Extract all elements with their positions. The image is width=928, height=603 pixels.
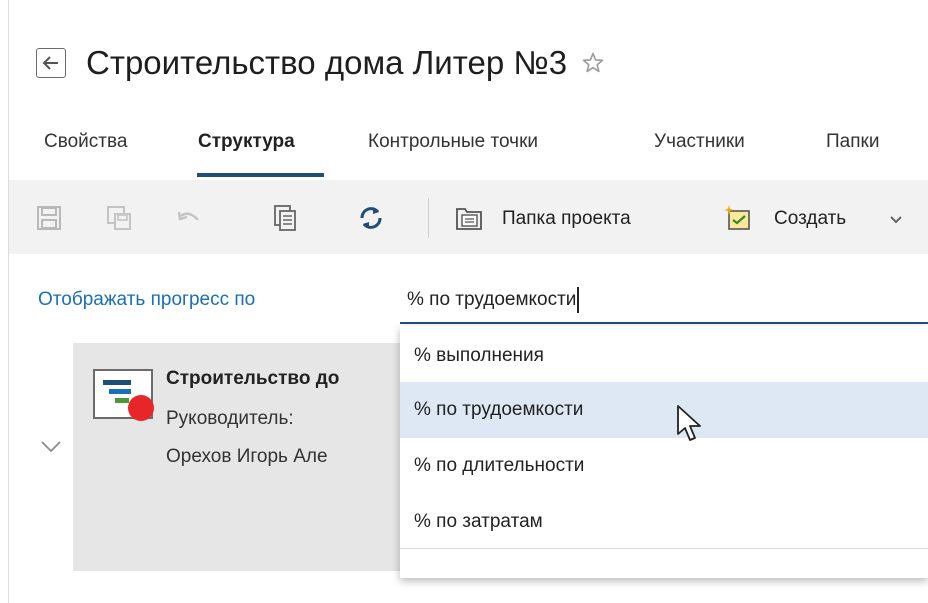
save-icon[interactable]: [35, 204, 63, 232]
project-folder-button[interactable]: Папка проекта: [502, 208, 631, 230]
tab-properties[interactable]: Свойства: [44, 131, 127, 153]
active-tab-indicator: [197, 173, 324, 177]
chevron-down-icon[interactable]: [889, 212, 903, 230]
tab-milestones[interactable]: Контрольные точки: [368, 131, 538, 153]
tab-folders[interactable]: Папки: [826, 131, 879, 153]
progress-mode-input[interactable]: % по трудоемкости: [400, 278, 928, 324]
expand-chevron-icon[interactable]: [40, 440, 62, 459]
favorite-star-icon[interactable]: [581, 51, 605, 75]
dropdown-option-costs[interactable]: % по затратам: [400, 494, 928, 550]
dropdown-option-labor[interactable]: % по трудоемкости: [400, 382, 928, 438]
undo-icon[interactable]: [175, 204, 203, 232]
toolbar: Папка проекта Создать: [9, 180, 928, 254]
toolbar-separator: [428, 198, 429, 238]
page-header: Строительство дома Литер №3: [36, 38, 605, 88]
dropdown-option-completion[interactable]: % выполнения: [400, 328, 928, 384]
text-caret: [577, 287, 579, 313]
project-folder-icon[interactable]: [455, 204, 483, 232]
tab-participants[interactable]: Участники: [654, 131, 745, 153]
tab-structure[interactable]: Структура: [198, 131, 295, 153]
dropdown-option-duration[interactable]: % по длительности: [400, 438, 928, 494]
window-border: [8, 0, 9, 603]
manager-name: Орехов Игорь Але: [166, 446, 328, 467]
copy-icon[interactable]: [271, 204, 299, 232]
manager-label: Руководитель:: [166, 408, 294, 429]
progress-mode-label: Отображать прогресс по: [38, 289, 256, 310]
project-gantt-icon: [93, 368, 157, 432]
page-title: Строительство дома Литер №3: [86, 44, 568, 81]
create-button[interactable]: Создать: [774, 208, 846, 230]
progress-mode-dropdown: % выполнения % по трудоемкости % по длит…: [400, 326, 928, 578]
dropdown-divider: [400, 548, 928, 549]
save-as-icon[interactable]: [105, 204, 133, 232]
create-icon[interactable]: [723, 204, 751, 232]
project-card-title: Строительство до: [166, 368, 340, 389]
mouse-pointer-icon: [676, 404, 706, 451]
refresh-icon[interactable]: [357, 204, 385, 232]
arrow-left-icon: [42, 56, 58, 70]
progress-mode-value: % по трудоемкости: [407, 289, 577, 310]
back-button[interactable]: [36, 48, 66, 78]
